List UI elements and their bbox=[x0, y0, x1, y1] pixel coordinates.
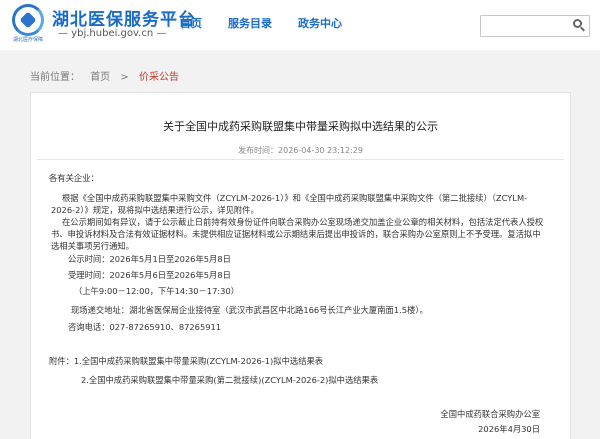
accept-hours: （上午9:00－12:00，下午14:30－17:30） bbox=[74, 286, 240, 296]
nav-item-government-center[interactable]: 政务中心 bbox=[298, 0, 342, 50]
notice-period: 公示时间：2026年5月1日至2026年5月8日 bbox=[68, 254, 231, 264]
breadcrumb-separator: > bbox=[120, 72, 129, 83]
attachment-item-2[interactable]: 2.全国中成药采购联盟集中带量采购(第二批接续)(ZCYLM-2026-2)拟中… bbox=[81, 374, 581, 386]
attachment-link-2[interactable]: 2.全国中成药采购联盟集中带量采购(第二批接续)(ZCYLM-2026-2)拟中… bbox=[81, 375, 378, 385]
nav-item-home[interactable]: 首页 bbox=[180, 0, 202, 50]
submission-location: 现场递交地址：湖北省医保局企业接待室（武汉市武昌区中北路166号长江产业大厦南面… bbox=[71, 305, 428, 315]
signature-organization: 全国中成药联合采购办公室 bbox=[440, 409, 540, 419]
paragraph-basis: 根据《全国中成药采购联盟集中采购文件（ZCYLM-2026-1）》和《全国中成药… bbox=[51, 193, 528, 215]
accept-period: 受理时间：2026年5月6日至2026年5月8日 bbox=[68, 270, 231, 280]
site-title[interactable]: 湖北医保服务平台 bbox=[52, 5, 196, 30]
site-url: — ybj.hubei.gov.cn — bbox=[58, 28, 167, 39]
search-box bbox=[480, 15, 590, 37]
attachment-link-1[interactable]: 附件：1.全国中成药采购联盟集中带量采购(ZCYLM-2026-1)拟中选结果表 bbox=[49, 356, 323, 366]
breadcrumb-current[interactable]: 价采公告 bbox=[139, 72, 179, 83]
salutation: 各有关企业： bbox=[49, 173, 99, 183]
paragraph-objection: 在公示期间如有异议，请于公示截止日前持有效身份证件向联合采购办公室现场递交加盖企… bbox=[51, 217, 544, 251]
attachment-item-1[interactable]: 附件：1.全国中成药采购联盟集中带量采购(ZCYLM-2026-1)拟中选结果表 bbox=[49, 355, 549, 367]
breadcrumb-prefix: 当前位置： bbox=[30, 72, 80, 83]
article-panel: 关于全国中成药采购联盟集中带量采购拟中选结果的公示 发布时间：2026-04-3… bbox=[30, 92, 571, 439]
consult-phone: 咨询电话：027-87265910、87265911 bbox=[68, 322, 222, 332]
publish-time: 发布时间：2026-04-30 23:12:29 bbox=[238, 146, 363, 155]
nav-item-service-catalog[interactable]: 服务目录 bbox=[228, 0, 272, 50]
search-input[interactable] bbox=[481, 16, 569, 36]
title-divider bbox=[37, 159, 564, 160]
signature-date: 2026年4月30日 bbox=[478, 424, 540, 434]
article-title: 关于全国中成药采购联盟集中带量采购拟中选结果的公示 bbox=[163, 120, 438, 133]
logo-emblem-icon bbox=[12, 4, 44, 36]
breadcrumb: 当前位置： 首页 > 价采公告 bbox=[30, 68, 186, 83]
main-nav: 首页 服务目录 政务中心 bbox=[180, 0, 368, 50]
breadcrumb-home[interactable]: 首页 bbox=[90, 72, 110, 83]
search-button[interactable] bbox=[571, 18, 587, 34]
logo-caption: 湖北医疗保障 bbox=[12, 37, 43, 43]
site-logo[interactable]: 湖北医疗保障 bbox=[8, 4, 48, 43]
site-header: 湖北医疗保障 湖北医保服务平台 — ybj.hubei.gov.cn — 首页 … bbox=[0, 0, 600, 50]
